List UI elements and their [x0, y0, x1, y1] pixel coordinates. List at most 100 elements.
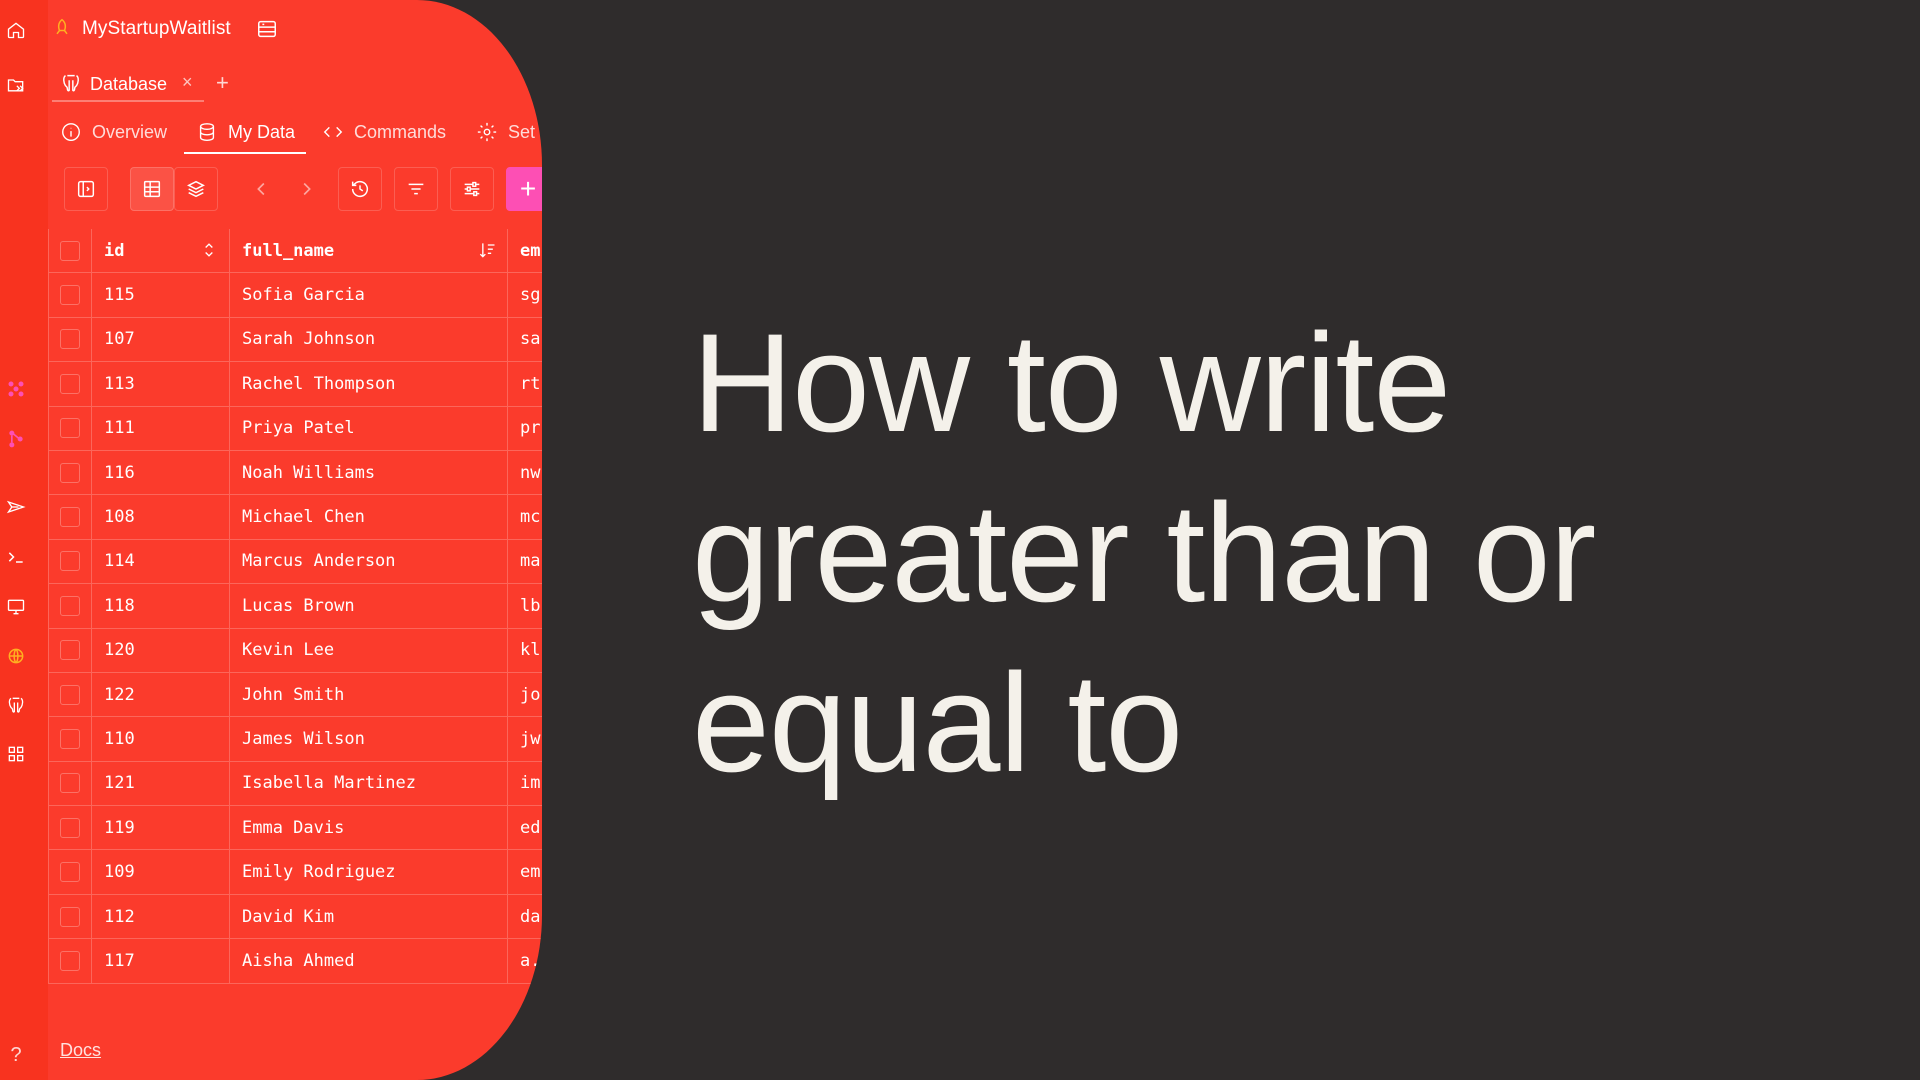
table-row[interactable]: 110 James Wilson jw [48, 717, 542, 762]
column-header-id[interactable]: id [92, 229, 230, 273]
cell-id[interactable]: 115 [92, 273, 230, 317]
row-select-cell[interactable] [48, 672, 92, 717]
cell-email[interactable]: ma [508, 540, 542, 583]
new-tab-button[interactable]: + [216, 70, 229, 96]
cell-id[interactable]: 119 [92, 806, 230, 850]
cell-email[interactable]: pr [508, 407, 542, 450]
row-checkbox[interactable] [60, 285, 80, 306]
cell-id[interactable]: 122 [92, 672, 230, 717]
grid-icon[interactable] [5, 743, 27, 765]
apps-grid-icon[interactable] [5, 378, 27, 400]
cell-id[interactable]: 111 [92, 406, 230, 450]
cell-email[interactable]: da [508, 895, 542, 938]
cell-full-name[interactable]: Rachel Thompson [230, 362, 508, 406]
cell-full-name[interactable]: Marcus Anderson [230, 539, 508, 584]
row-select-cell[interactable] [48, 806, 92, 850]
cell-full-name[interactable]: Priya Patel [230, 406, 508, 450]
table-row[interactable]: 109 Emily Rodriguez em [48, 850, 542, 895]
cell-email[interactable]: sg [508, 273, 542, 316]
row-checkbox[interactable] [60, 728, 80, 749]
cell-full-name[interactable]: Aisha Ahmed [230, 939, 508, 983]
database-panel-icon[interactable] [256, 18, 278, 40]
cell-id[interactable]: 114 [92, 539, 230, 584]
row-select-cell[interactable] [48, 894, 92, 939]
previous-page-button[interactable] [240, 167, 284, 211]
column-header-email[interactable]: em [508, 229, 542, 272]
tab-settings[interactable]: Set [476, 112, 535, 152]
send-icon[interactable] [5, 496, 27, 518]
table-row[interactable]: 117 Aisha Ahmed a. [48, 939, 542, 984]
cell-email[interactable]: lb [508, 584, 542, 627]
table-row[interactable]: 111 Priya Patel pr [48, 406, 542, 451]
cell-email[interactable]: jo [508, 673, 542, 716]
table-row[interactable]: 121 Isabella Martinez im [48, 761, 542, 807]
cell-id[interactable]: 112 [92, 894, 230, 939]
cell-id[interactable]: 109 [92, 850, 230, 894]
tab-my-data[interactable]: My Data [196, 112, 295, 152]
cell-full-name[interactable]: Emma Davis [230, 806, 508, 850]
row-checkbox[interactable] [60, 462, 80, 483]
app-title[interactable]: MyStartupWaitlist [82, 18, 231, 40]
row-checkbox[interactable] [60, 773, 80, 794]
cell-id[interactable]: 116 [92, 450, 230, 495]
cell-full-name[interactable]: Lucas Brown [230, 584, 508, 628]
row-checkbox[interactable] [60, 373, 80, 394]
cell-full-name[interactable]: David Kim [230, 894, 508, 939]
toggle-sidebar-button[interactable] [64, 167, 108, 211]
cell-id[interactable]: 121 [92, 761, 230, 806]
cell-email[interactable]: mc [508, 495, 542, 538]
cell-full-name[interactable]: Noah Williams [230, 450, 508, 495]
table-row[interactable]: 119 Emma Davis ed [48, 806, 542, 851]
row-select-cell[interactable] [48, 450, 92, 495]
table-row[interactable]: 107 Sarah Johnson sa [48, 317, 542, 363]
cell-id[interactable]: 110 [92, 717, 230, 761]
cell-email[interactable]: kl [508, 629, 542, 672]
cell-id[interactable]: 113 [92, 362, 230, 406]
row-select-cell[interactable] [48, 628, 92, 672]
row-select-cell[interactable] [48, 939, 92, 983]
cell-full-name[interactable]: John Smith [230, 672, 508, 717]
row-checkbox[interactable] [60, 329, 80, 350]
cell-email[interactable]: nw [508, 451, 542, 494]
sort-toggle-icon[interactable] [199, 240, 219, 260]
cell-email[interactable]: im [508, 762, 542, 805]
cell-email[interactable]: jw [508, 717, 542, 760]
table-row[interactable]: 116 Noah Williams nw [48, 450, 542, 496]
row-checkbox[interactable] [60, 906, 80, 927]
row-select-cell[interactable] [48, 273, 92, 317]
git-branch-icon[interactable] [5, 428, 27, 450]
cell-email[interactable]: sa [508, 318, 542, 361]
row-select-cell[interactable] [48, 717, 92, 761]
select-all-checkbox[interactable] [60, 240, 80, 261]
globe-icon[interactable] [5, 645, 27, 667]
tab-commands[interactable]: Commands [322, 112, 446, 152]
postgres-icon[interactable] [5, 694, 27, 716]
table-row[interactable]: 113 Rachel Thompson rt [48, 362, 542, 407]
cell-id[interactable]: 108 [92, 495, 230, 539]
tab-close-button[interactable]: × [182, 72, 193, 93]
row-checkbox[interactable] [60, 950, 80, 971]
row-checkbox[interactable] [60, 507, 80, 528]
tab-database[interactable]: Database × [52, 62, 204, 102]
terminal-icon[interactable] [5, 546, 27, 568]
table-row[interactable]: 120 Kevin Lee kl [48, 628, 542, 673]
tab-overview[interactable]: Overview [60, 112, 167, 152]
row-checkbox[interactable] [60, 595, 80, 616]
home-icon[interactable] [5, 19, 27, 41]
row-select-cell[interactable] [48, 850, 92, 894]
row-select-cell[interactable] [48, 406, 92, 450]
cell-full-name[interactable]: Isabella Martinez [230, 761, 508, 806]
cell-id[interactable]: 120 [92, 628, 230, 672]
help-icon[interactable]: ? [5, 1044, 27, 1066]
table-view-button[interactable] [130, 167, 174, 211]
cell-email[interactable]: em [508, 850, 542, 893]
row-checkbox[interactable] [60, 418, 80, 439]
table-row[interactable]: 114 Marcus Anderson ma [48, 539, 542, 585]
table-row[interactable]: 112 David Kim da [48, 894, 542, 940]
history-button[interactable] [338, 167, 382, 211]
cell-id[interactable]: 117 [92, 939, 230, 983]
row-select-cell[interactable] [48, 495, 92, 539]
cell-email[interactable]: rt [508, 362, 542, 405]
cell-full-name[interactable]: Michael Chen [230, 495, 508, 539]
cell-id[interactable]: 107 [92, 317, 230, 362]
